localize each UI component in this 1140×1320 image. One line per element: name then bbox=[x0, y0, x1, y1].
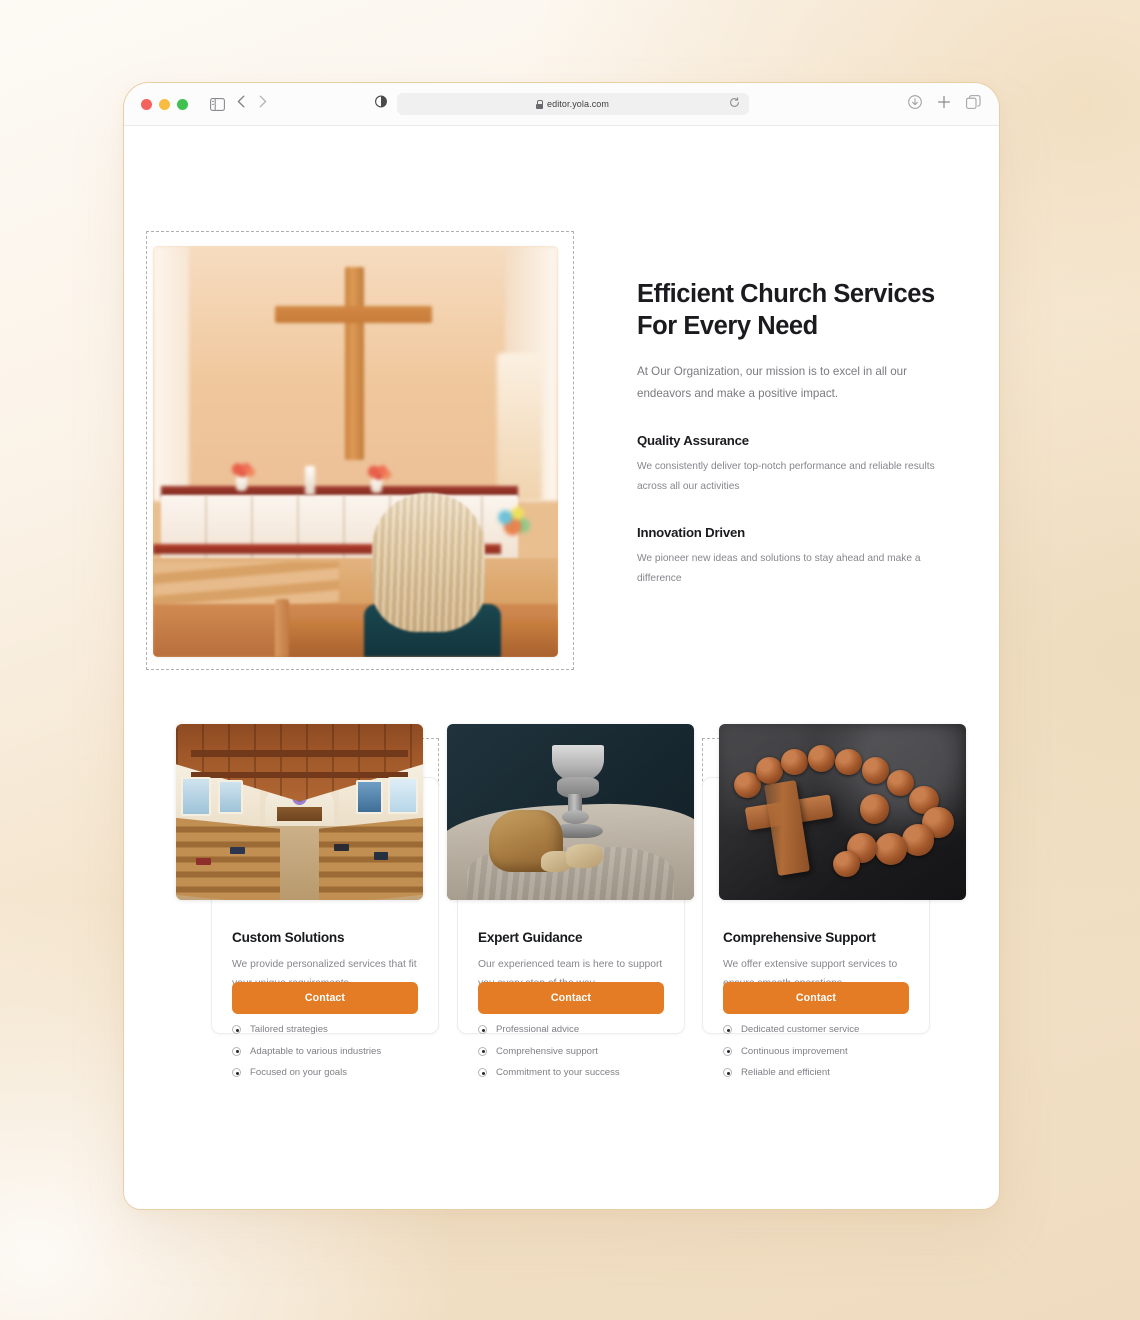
bullet-dot-icon bbox=[232, 1046, 241, 1056]
navigation-arrows bbox=[237, 95, 267, 113]
bullet-label: Professional advice bbox=[496, 1024, 580, 1036]
list-item: Tailored strategies bbox=[232, 1023, 418, 1036]
bullet-label: Commitment to your success bbox=[496, 1066, 620, 1078]
bullet-label: Reliable and efficient bbox=[741, 1066, 830, 1078]
cross-icon bbox=[345, 266, 364, 460]
list-item: Dedicated customer service bbox=[723, 1023, 909, 1036]
list-item: Comprehensive support bbox=[478, 1045, 664, 1058]
cards-section: Custom Solutions We provide personalized… bbox=[124, 712, 999, 1182]
list-item: Professional advice bbox=[478, 1023, 664, 1036]
browser-toolbar: editor.yola.com bbox=[124, 83, 999, 126]
tab-overview-icon[interactable] bbox=[966, 94, 981, 114]
hero-lede: At Our Organization, our mission is to e… bbox=[637, 365, 907, 400]
plus-icon[interactable] bbox=[937, 95, 951, 114]
toolbar-right-icons bbox=[908, 94, 981, 114]
list-item: Commitment to your success bbox=[478, 1066, 664, 1079]
address-bar-content: editor.yola.com bbox=[535, 99, 610, 109]
bullet-label: Continuous improvement bbox=[741, 1045, 848, 1057]
minimize-traffic-light-icon[interactable] bbox=[159, 98, 170, 110]
card-bullet-list: Tailored strategies Adaptable to various… bbox=[232, 1023, 418, 1079]
card-image[interactable] bbox=[176, 724, 423, 900]
church-pews-illustration bbox=[176, 724, 423, 900]
feature-body: We pioneer new ideas and solutions to st… bbox=[637, 552, 921, 584]
reload-icon[interactable] bbox=[729, 95, 740, 113]
feature-innovation-driven: Innovation Driven We pioneer new ideas a… bbox=[637, 525, 942, 589]
address-bar-url: editor.yola.com bbox=[546, 99, 610, 109]
bullet-label: Tailored strategies bbox=[250, 1024, 328, 1036]
communion-illustration bbox=[447, 724, 694, 900]
hero-image[interactable] bbox=[153, 246, 558, 657]
list-item: Focused on your goals bbox=[232, 1066, 418, 1079]
flower-vase-right bbox=[365, 463, 393, 493]
card-image[interactable] bbox=[719, 724, 966, 900]
card-title: Custom Solutions bbox=[232, 930, 345, 945]
page-title: Efficient Church Services For Every Need bbox=[637, 280, 935, 341]
feature-title: Innovation Driven bbox=[637, 524, 745, 540]
card-image[interactable] bbox=[447, 724, 694, 900]
contact-button[interactable]: Contact bbox=[723, 982, 909, 1014]
browser-window: editor.yola.com Efficient Church Service… bbox=[123, 82, 1000, 1210]
bullet-label: Adaptable to various industries bbox=[250, 1045, 382, 1057]
bullet-dot-icon bbox=[478, 1046, 487, 1056]
zoom-traffic-light-icon[interactable] bbox=[177, 98, 188, 110]
contact-button[interactable]: Contact bbox=[478, 982, 664, 1014]
contact-button[interactable]: Contact bbox=[232, 982, 418, 1014]
bullet-dot-icon bbox=[232, 1025, 241, 1035]
bullet-label: Focused on your goals bbox=[250, 1066, 348, 1078]
list-item: Continuous improvement bbox=[723, 1045, 909, 1058]
address-bar[interactable]: editor.yola.com bbox=[396, 93, 749, 115]
reader-view-icon[interactable] bbox=[374, 95, 387, 113]
bullet-dot-icon bbox=[232, 1068, 241, 1078]
feature-title: Quality Assurance bbox=[637, 433, 749, 449]
card-title: Expert Guidance bbox=[478, 930, 583, 945]
traffic-lights bbox=[141, 98, 188, 110]
feature-body: We consistently deliver top-notch perfor… bbox=[637, 461, 935, 493]
rosary-illustration bbox=[719, 724, 966, 900]
forward-chevron-icon[interactable] bbox=[259, 95, 267, 113]
address-bar-area: editor.yola.com bbox=[374, 93, 749, 115]
close-traffic-light-icon[interactable] bbox=[141, 98, 152, 110]
hero-copy: Efficient Church Services For Every Need… bbox=[637, 278, 942, 589]
church-interior-illustration bbox=[153, 246, 558, 657]
bullet-label: Comprehensive support bbox=[496, 1045, 598, 1057]
bullet-dot-icon bbox=[723, 1025, 732, 1035]
list-item: Adaptable to various industries bbox=[232, 1045, 418, 1058]
bullet-label: Dedicated customer service bbox=[741, 1024, 860, 1036]
sidebar-toggle-icon[interactable] bbox=[210, 97, 225, 111]
bullet-dot-icon bbox=[478, 1025, 487, 1035]
card-bullet-list: Professional advice Comprehensive suppor… bbox=[478, 1023, 664, 1079]
card-title: Comprehensive Support bbox=[723, 930, 876, 945]
card-bullet-list: Dedicated customer service Continuous im… bbox=[723, 1023, 909, 1079]
website-canvas: Efficient Church Services For Every Need… bbox=[124, 126, 999, 1209]
bullet-dot-icon bbox=[723, 1046, 732, 1056]
downloads-icon[interactable] bbox=[908, 94, 922, 114]
bullet-dot-icon bbox=[723, 1068, 732, 1078]
back-chevron-icon[interactable] bbox=[237, 95, 245, 113]
lock-icon bbox=[535, 99, 544, 109]
flower-vase-left bbox=[229, 461, 257, 491]
bullet-dot-icon bbox=[478, 1068, 487, 1078]
list-item: Reliable and efficient bbox=[723, 1066, 909, 1079]
feature-quality-assurance: Quality Assurance We consistently delive… bbox=[637, 433, 942, 497]
